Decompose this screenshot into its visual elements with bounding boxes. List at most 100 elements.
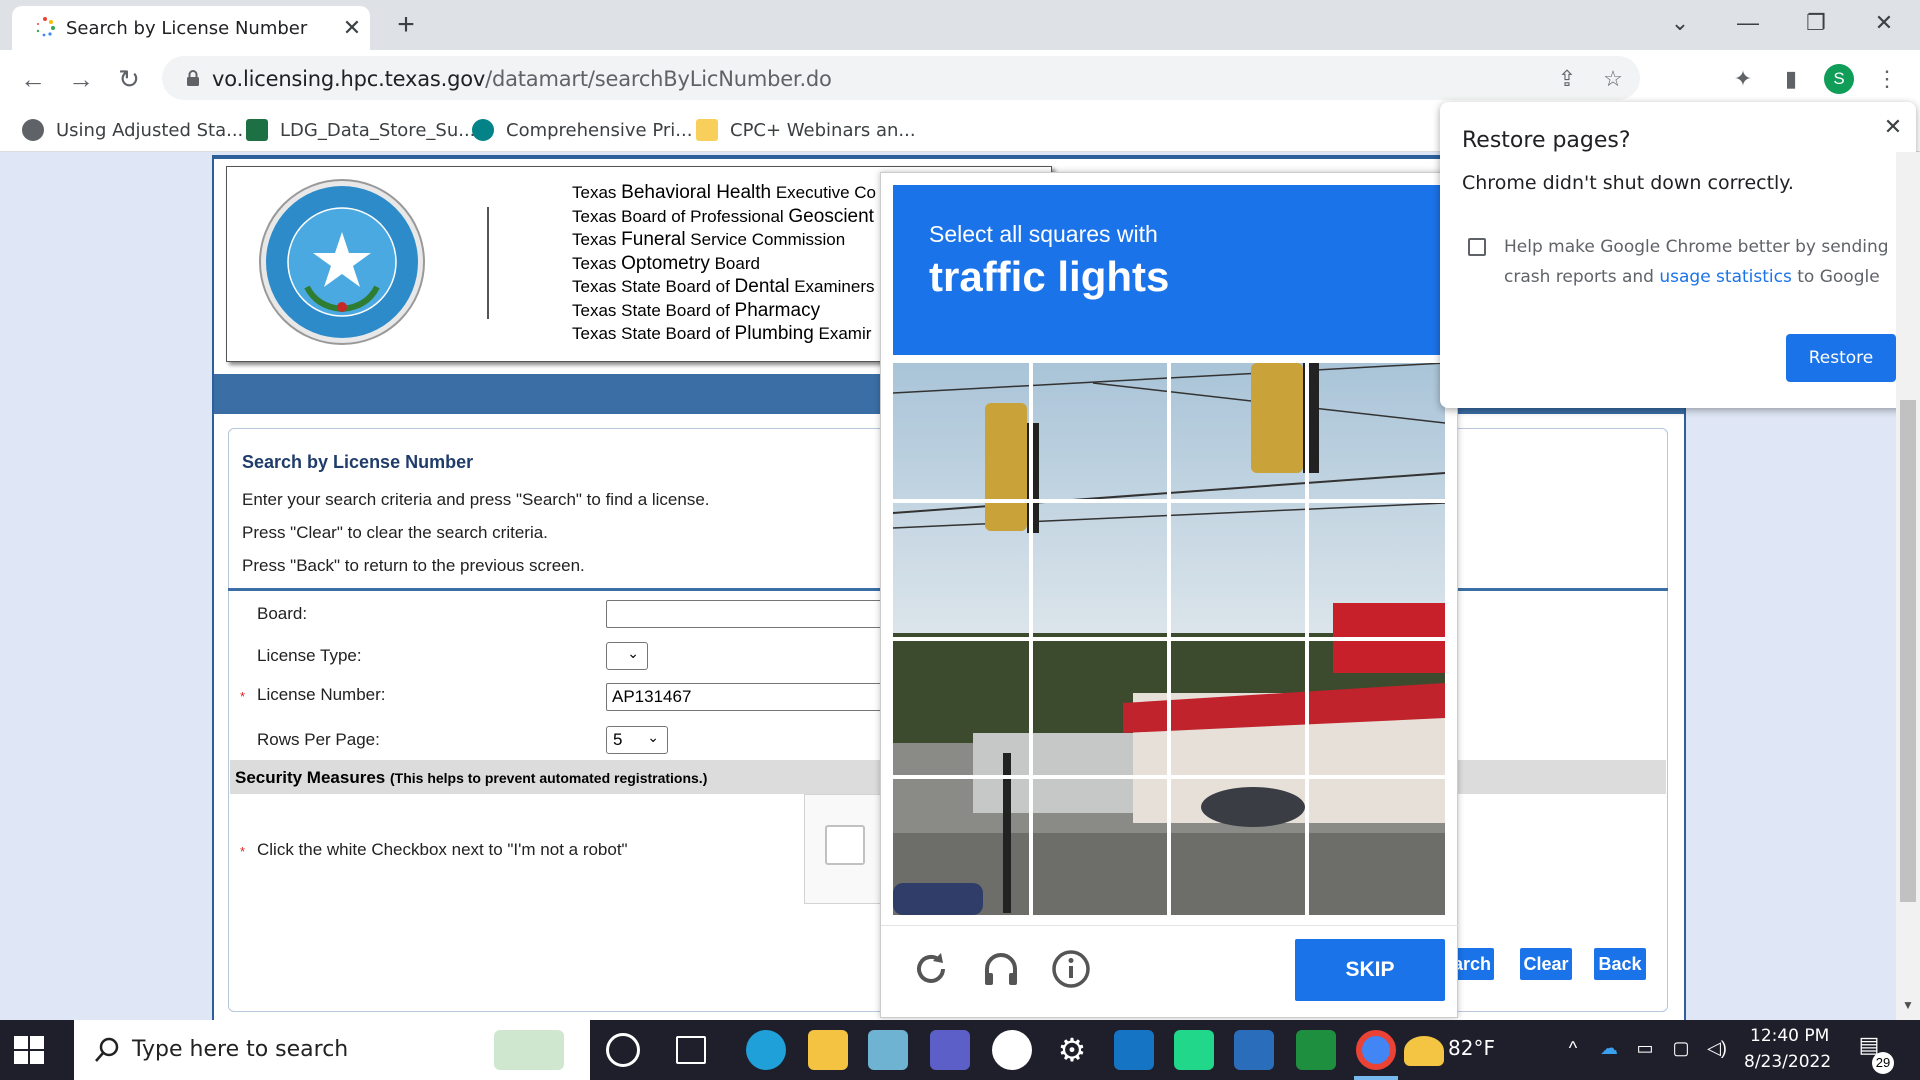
usage-statistics-link[interactable]: usage statistics bbox=[1659, 267, 1791, 287]
loading-spinner-icon bbox=[36, 17, 55, 37]
board-input[interactable] bbox=[606, 600, 896, 628]
challenge-image-grid bbox=[893, 363, 1445, 915]
restore-pages-dialog: Restore pages? Chrome didn't shut down c… bbox=[1440, 102, 1916, 408]
rows-per-page-label: Rows Per Page: bbox=[257, 730, 380, 749]
teams-icon[interactable] bbox=[930, 1030, 970, 1070]
dialog-title: Restore pages? bbox=[1462, 128, 1631, 153]
weather-temperature[interactable]: 82°F bbox=[1448, 1036, 1495, 1060]
tab-search-icon[interactable]: ⌄ bbox=[1650, 6, 1710, 40]
tab-close-icon[interactable]: ✕ bbox=[338, 14, 366, 42]
new-tab-button[interactable]: + bbox=[388, 8, 424, 44]
browser-toolbar: ← → ↻ vo.licensing.hpc.texas.gov/datamar… bbox=[0, 50, 1920, 108]
search-icon bbox=[95, 1037, 119, 1062]
star-icon[interactable]: ☆ bbox=[1600, 66, 1626, 92]
reload-icon[interactable] bbox=[907, 945, 955, 993]
not-a-robot-checkbox[interactable] bbox=[825, 825, 865, 865]
dialog-subtitle: Chrome didn't shut down correctly. bbox=[1462, 172, 1794, 194]
search-placeholder: Type here to search bbox=[132, 1037, 349, 1062]
address-bar[interactable]: vo.licensing.hpc.texas.gov/datamart/sear… bbox=[162, 56, 1640, 100]
close-icon[interactable]: ✕ bbox=[1878, 112, 1908, 142]
bookmark-item[interactable]: LDG_Data_Store_Su... bbox=[246, 116, 475, 144]
audio-icon[interactable] bbox=[977, 945, 1025, 993]
notepad-icon[interactable] bbox=[868, 1030, 908, 1070]
media-player-icon[interactable] bbox=[1296, 1030, 1336, 1070]
challenge-header: Select all squares with traffic lights bbox=[893, 185, 1447, 355]
license-number-input[interactable] bbox=[606, 683, 896, 711]
volume-icon[interactable]: ◁) bbox=[1704, 1038, 1730, 1062]
back-button[interactable]: Back bbox=[1594, 948, 1646, 980]
bookmark-label: Using Adjusted Sta... bbox=[56, 119, 244, 141]
lock-icon bbox=[187, 70, 199, 86]
page-scrollbar[interactable]: ▼ bbox=[1896, 152, 1920, 1020]
rows-per-page-select[interactable]: 5 ⌄ bbox=[606, 726, 668, 754]
search-highlight-icon bbox=[494, 1030, 564, 1070]
folder-icon bbox=[696, 119, 718, 141]
forward-arrow-icon[interactable]: → bbox=[64, 62, 98, 96]
rows-per-page-value: 5 bbox=[613, 730, 623, 749]
extensions-icon[interactable]: ✦ bbox=[1726, 62, 1760, 96]
board-line: Texas Board of Professional Geoscient bbox=[572, 205, 874, 227]
windows-start-icon[interactable] bbox=[12, 1034, 46, 1066]
bookmark-item[interactable]: CPC+ Webinars an... bbox=[696, 116, 916, 144]
taskbar-search-box[interactable]: Type here to search bbox=[74, 1020, 590, 1080]
required-mark: * bbox=[240, 689, 246, 704]
pycharm-icon[interactable] bbox=[1174, 1030, 1214, 1070]
cortana-icon[interactable] bbox=[606, 1033, 640, 1067]
street-scene-image bbox=[893, 363, 1445, 915]
banner-divider bbox=[487, 207, 489, 319]
crash-report-checkbox[interactable] bbox=[1468, 238, 1486, 256]
slack-icon[interactable] bbox=[992, 1030, 1032, 1070]
battery-icon[interactable]: ▭ bbox=[1632, 1038, 1658, 1062]
tab-strip: Search by License Number ✕ + ⌄ — ❐ ✕ bbox=[0, 0, 1920, 50]
page-title: Search by License Number bbox=[242, 452, 474, 472]
close-window-button[interactable]: ✕ bbox=[1854, 6, 1914, 40]
show-hidden-icons-icon[interactable]: ^ bbox=[1560, 1038, 1586, 1062]
sharepoint-app-icon[interactable] bbox=[1114, 1030, 1154, 1070]
git-icon[interactable] bbox=[1234, 1030, 1274, 1070]
chevron-down-icon: ⌄ bbox=[627, 645, 639, 661]
file-explorer-icon[interactable] bbox=[808, 1030, 848, 1070]
challenge-footer-divider bbox=[881, 925, 1459, 926]
reload-icon[interactable]: ↻ bbox=[112, 62, 146, 96]
tab-title: Search by License Number bbox=[66, 18, 308, 39]
clock-time[interactable]: 12:40 PM bbox=[1750, 1026, 1829, 1046]
chrome-icon[interactable] bbox=[1356, 1030, 1396, 1070]
tab-active[interactable]: Search by License Number ✕ bbox=[12, 6, 370, 50]
task-view-icon[interactable] bbox=[676, 1036, 706, 1064]
robot-instruction: Click the white Checkbox next to "I'm no… bbox=[257, 840, 628, 859]
challenge-target: traffic lights bbox=[929, 253, 1170, 300]
bookmark-label: LDG_Data_Store_Su... bbox=[280, 119, 476, 141]
share-icon[interactable]: ⇪ bbox=[1554, 66, 1580, 92]
profile-avatar[interactable]: S bbox=[1824, 64, 1854, 94]
clock-date[interactable]: 8/23/2022 bbox=[1744, 1052, 1831, 1072]
license-type-select[interactable]: ⌄ bbox=[606, 642, 648, 670]
menu-dots-icon[interactable]: ⋮ bbox=[1870, 62, 1904, 96]
restore-window-button[interactable]: ❐ bbox=[1786, 6, 1846, 40]
instruction-text: Enter your search criteria and press "Se… bbox=[242, 490, 710, 509]
recaptcha-challenge: Select all squares with traffic lights S… bbox=[880, 172, 1459, 1018]
instruction-text: Press "Clear" to clear the search criter… bbox=[242, 523, 548, 542]
network-icon[interactable]: ▢ bbox=[1668, 1038, 1694, 1062]
bookmark-label: Comprehensive Pri... bbox=[506, 119, 693, 141]
onedrive-icon[interactable]: ☁ bbox=[1596, 1038, 1622, 1062]
clear-button[interactable]: Clear bbox=[1520, 948, 1572, 980]
bookmark-item[interactable]: Comprehensive Pri... bbox=[472, 116, 692, 144]
skip-button[interactable]: SKIP bbox=[1295, 939, 1445, 1001]
scrollbar-thumb[interactable] bbox=[1900, 400, 1916, 902]
side-panel-icon[interactable]: ▮ bbox=[1774, 62, 1808, 96]
windows-taskbar: Type here to search ⚙ 82°F ^ ☁ ▭ ▢ ◁) 12… bbox=[0, 1020, 1920, 1080]
bookmark-item[interactable]: Using Adjusted Sta... bbox=[22, 116, 243, 144]
settings-gear-icon[interactable]: ⚙ bbox=[1052, 1030, 1092, 1070]
back-arrow-icon[interactable]: ← bbox=[16, 62, 50, 96]
sharepoint-icon bbox=[472, 119, 494, 141]
board-line: Texas State Board of Plumbing Examir bbox=[572, 323, 872, 344]
restore-button[interactable]: Restore bbox=[1786, 334, 1896, 382]
scroll-down-arrow-icon[interactable]: ▼ bbox=[1900, 998, 1916, 1014]
minimize-button[interactable]: — bbox=[1718, 6, 1778, 40]
license-number-label: License Number: bbox=[257, 685, 386, 704]
edge-icon[interactable] bbox=[746, 1030, 786, 1070]
board-line: Texas Funeral Service Commission bbox=[572, 229, 846, 250]
board-line: Texas State Board of Dental Examiners bbox=[572, 276, 875, 297]
challenge-prompt: Select all squares with bbox=[929, 221, 1158, 247]
info-icon[interactable] bbox=[1047, 945, 1095, 993]
